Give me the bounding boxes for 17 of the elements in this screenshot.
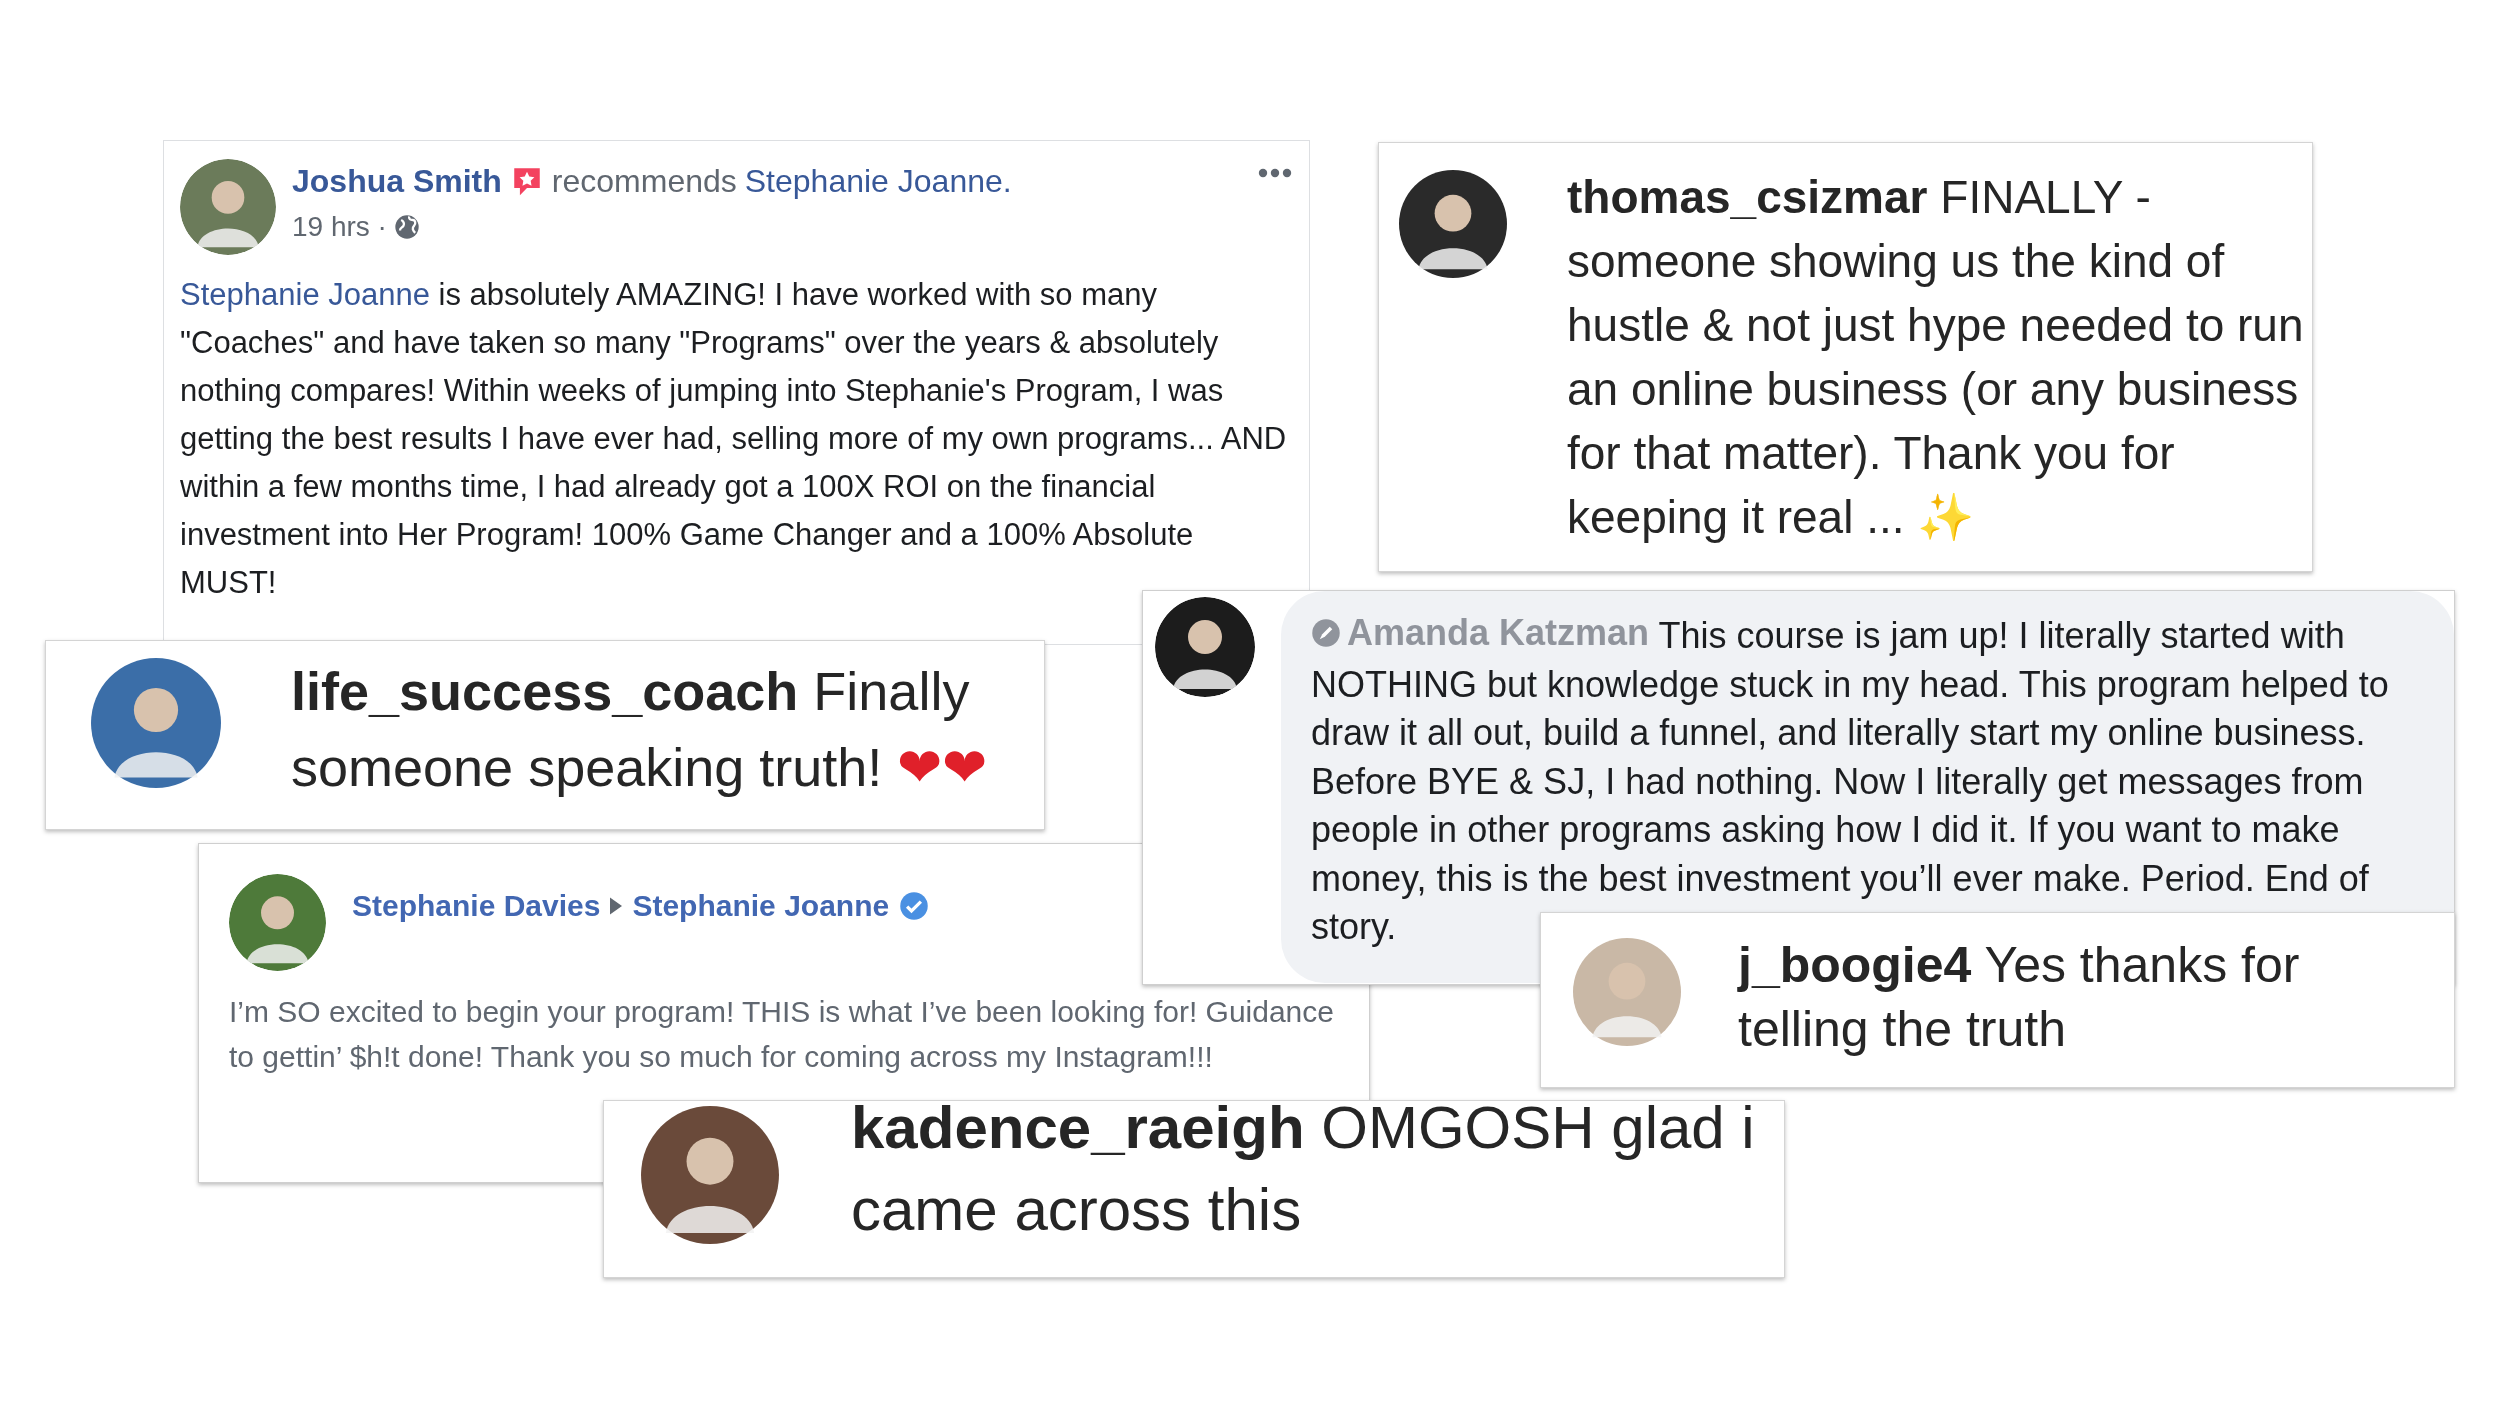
mention-link[interactable]: Stephanie Joanne (180, 277, 430, 312)
page-link[interactable]: Stephanie Joanne. (744, 161, 1012, 201)
recommends-text: recommends (551, 162, 737, 201)
post-text: Stephanie Joanne is absolutely AMAZING! I have worked with so many "Coaches" and have taken so many "Programs" over the years & absolutely nothing compares! Within weeks of jumping into Stephanie's Program, I was getting the best results I have ever had, selling more of my own programs... AND within a few months time, I had already got a 100X ROI on the financial investment into Her Program! 100% Game Changer and a 100% Absolute MUST! (180, 276, 1288, 602)
globe-icon (392, 213, 421, 241)
comment-text: thomas_csizmar FINALLY - someone showing us the kind of hustle & not just hype needed to run an online business (or any business for that matter). Thank you for keeping it real ... ✨ (1567, 170, 2305, 545)
more-options-icon[interactable] (1257, 167, 1293, 179)
comment-text: life_success_coach Finally someone speaking truth! ❤❤ (291, 660, 989, 799)
page-link[interactable]: Stephanie Joanne (632, 886, 890, 926)
comment-text: kadence_raeigh OMGOSH glad i came across this (851, 1093, 1756, 1245)
post-text: I’m SO excited to begin your program! THIS is what I’ve been looking for! Guidance to gettin’ $h!t done! Thank you so much for coming across my Instagram!!! (229, 994, 1335, 1075)
avatar[interactable] (1155, 597, 1255, 697)
triangle-arrow-icon (610, 897, 623, 915)
edit-badge-icon (1311, 618, 1341, 649)
author-link[interactable]: Stephanie Davies (352, 886, 601, 926)
author-link[interactable]: Joshua Smith (292, 161, 502, 201)
timestamp[interactable]: 19 hrs · (292, 207, 387, 247)
